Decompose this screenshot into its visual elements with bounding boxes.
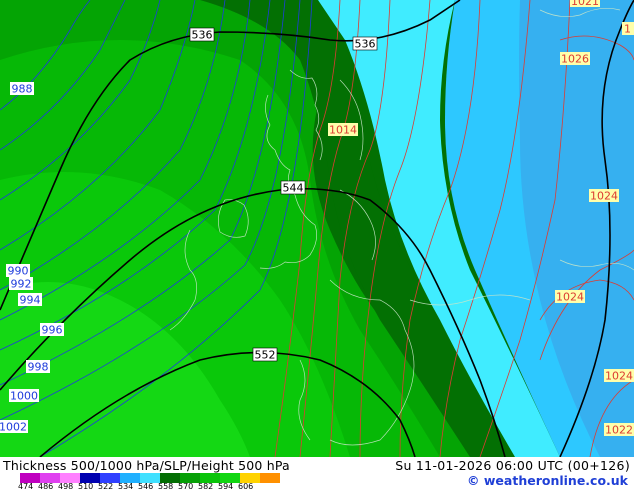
svg-text:544: 544 bbox=[283, 182, 304, 195]
map-title: Thickness 500/1000 hPa/SLP/Height 500 hP… bbox=[3, 458, 290, 473]
svg-text:992: 992 bbox=[11, 278, 32, 291]
svg-text:1026: 1026 bbox=[561, 53, 589, 66]
isobar-label-990: 990 bbox=[6, 264, 30, 278]
svg-text:1022: 1022 bbox=[605, 424, 633, 437]
isobar-label-1000: 1000 bbox=[9, 389, 39, 403]
valid-datetime: Su 11-01-2026 06:00 UTC (00+126) bbox=[395, 458, 630, 473]
isobar-label-1021: 1021 bbox=[570, 0, 600, 8]
isobar-label-988: 988 bbox=[10, 82, 34, 96]
isobar-label-996: 996 bbox=[40, 323, 64, 337]
isobar-label-1014: 1014 bbox=[328, 123, 358, 137]
svg-text:536: 536 bbox=[355, 38, 376, 51]
svg-text:1024: 1024 bbox=[605, 370, 633, 383]
svg-text:998: 998 bbox=[28, 361, 49, 374]
isobar-label-1024-c: 1024 bbox=[604, 369, 634, 383]
svg-text:990: 990 bbox=[8, 265, 29, 278]
isobar-label-1002: 1002 bbox=[0, 420, 28, 434]
svg-text:552: 552 bbox=[255, 349, 276, 362]
isobar-label-992: 992 bbox=[9, 277, 33, 291]
copyright-link[interactable]: © weatheronline.co.uk bbox=[467, 473, 628, 488]
svg-text:996: 996 bbox=[42, 324, 63, 337]
legend-swatch bbox=[260, 473, 280, 483]
svg-text:1000: 1000 bbox=[10, 390, 38, 403]
thickness-label-552: 552 bbox=[252, 347, 278, 362]
isobar-label-partial-1: 1 bbox=[622, 22, 634, 36]
isobar-label-1026: 1026 bbox=[560, 52, 590, 66]
svg-text:988: 988 bbox=[12, 83, 33, 96]
svg-text:1024: 1024 bbox=[590, 190, 618, 203]
thickness-map-svg: 536 536 544 552 988 990 992 994 996 998 … bbox=[0, 0, 634, 457]
svg-text:1021: 1021 bbox=[571, 0, 599, 8]
isobar-label-1022: 1022 bbox=[604, 423, 634, 437]
svg-text:1024: 1024 bbox=[556, 291, 584, 304]
thickness-label-544: 544 bbox=[280, 180, 306, 195]
thickness-label-536-b: 536 bbox=[352, 36, 378, 51]
map-footer: Thickness 500/1000 hPa/SLP/Height 500 hP… bbox=[0, 457, 634, 491]
isobar-label-1024-b: 1024 bbox=[555, 290, 585, 304]
svg-text:1002: 1002 bbox=[0, 421, 27, 434]
svg-text:536: 536 bbox=[192, 29, 213, 42]
svg-text:1: 1 bbox=[624, 23, 631, 36]
svg-text:994: 994 bbox=[20, 294, 41, 307]
isobar-label-994: 994 bbox=[18, 293, 42, 307]
weather-map: 536 536 544 552 988 990 992 994 996 998 … bbox=[0, 0, 634, 457]
thickness-label-536-a: 536 bbox=[189, 27, 215, 42]
svg-text:1014: 1014 bbox=[329, 124, 357, 137]
isobar-label-998: 998 bbox=[26, 360, 50, 374]
isobar-label-1024-a: 1024 bbox=[589, 189, 619, 203]
